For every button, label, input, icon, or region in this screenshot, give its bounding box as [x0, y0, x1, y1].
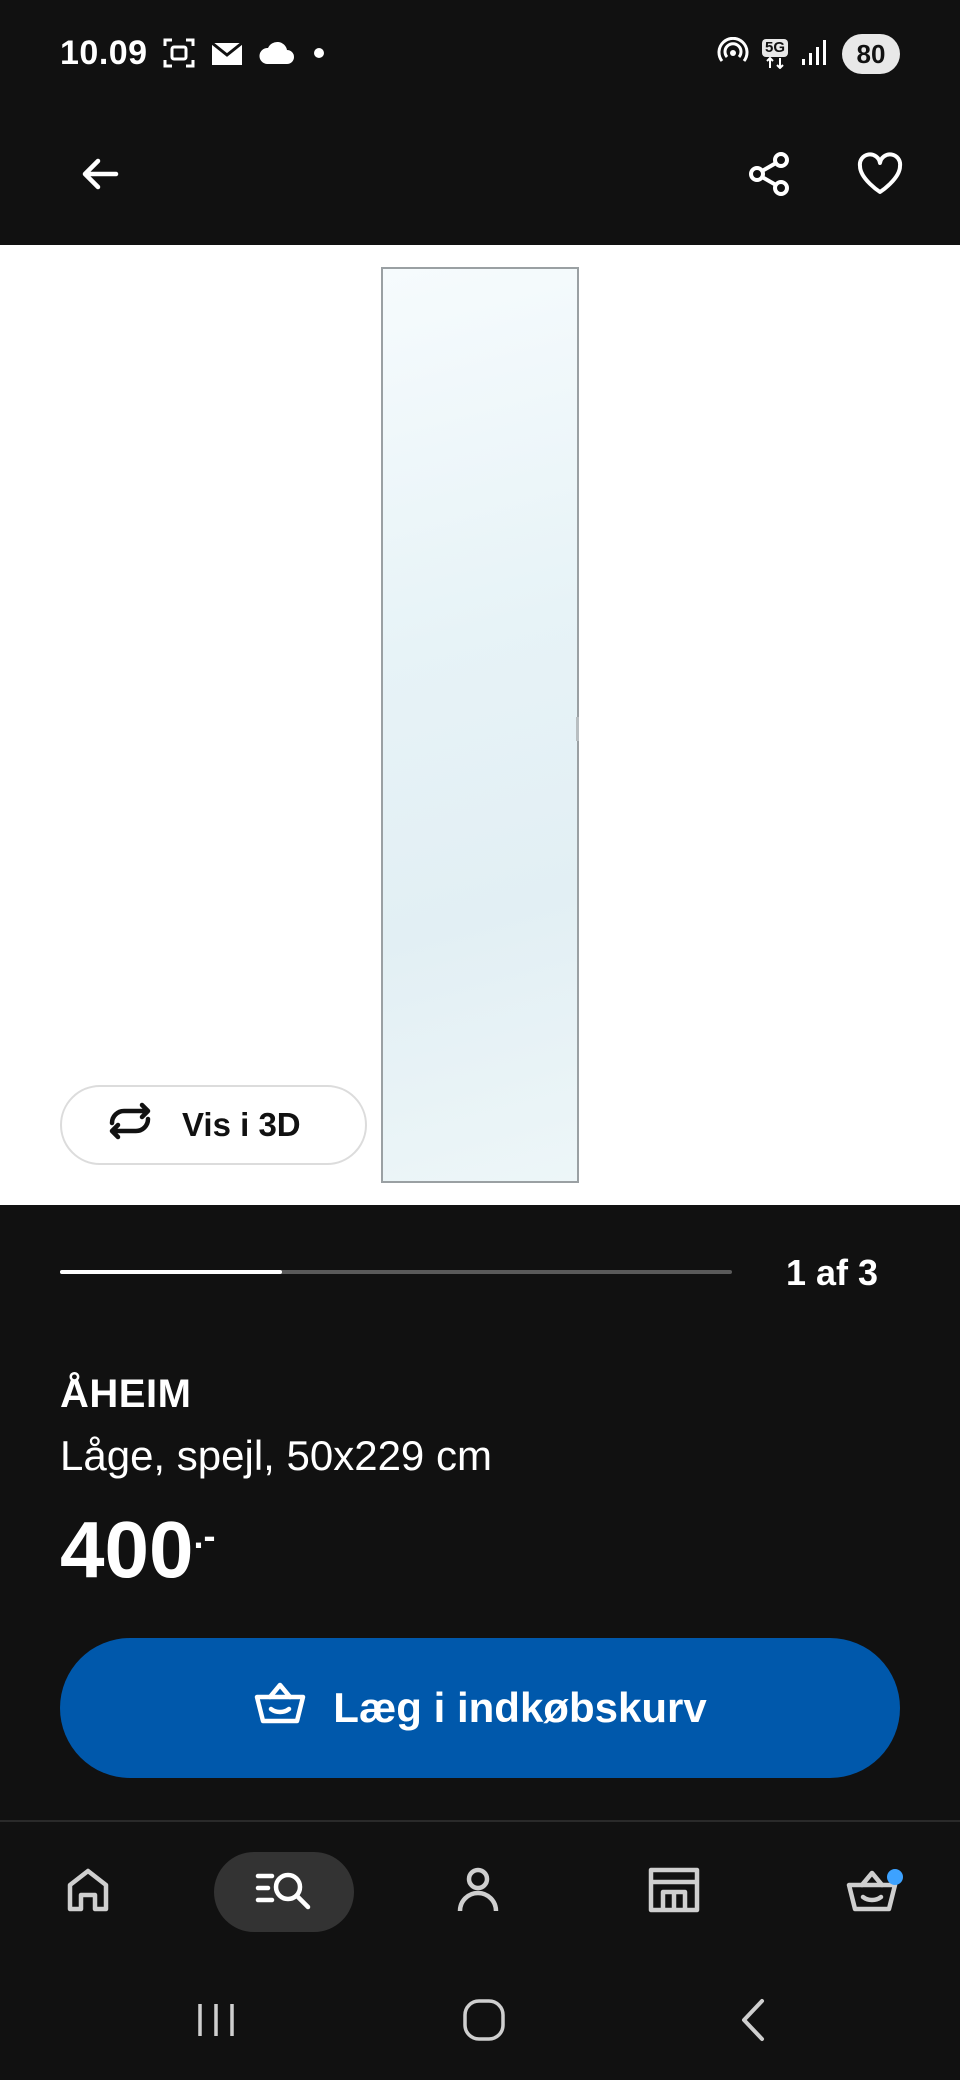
cloud-icon	[258, 40, 294, 71]
tab-cart[interactable]	[832, 1852, 912, 1932]
recents-icon	[194, 2000, 238, 2045]
system-navigation	[0, 1960, 960, 2080]
profile-icon	[454, 1865, 502, 1920]
search-icon	[255, 1868, 313, 1917]
dot-icon	[308, 42, 330, 69]
view-3d-label: Vis i 3D	[182, 1106, 301, 1143]
share-icon	[745, 149, 795, 204]
gallery-counter: 1 af 3	[785, 1252, 878, 1293]
tab-home[interactable]	[48, 1852, 128, 1932]
cart-badge	[887, 1868, 903, 1885]
tab-profile[interactable]	[438, 1852, 518, 1932]
tab-store[interactable]	[634, 1852, 714, 1932]
status-right: 5G 80	[716, 34, 900, 74]
price-amount: 400	[60, 1505, 194, 1594]
5g-icon: 5G	[761, 39, 788, 69]
home-circle-icon	[461, 1997, 507, 2048]
view-3d-button[interactable]: Vis i 3D	[60, 1085, 367, 1165]
share-button[interactable]	[734, 140, 806, 212]
tab-search[interactable]	[214, 1852, 354, 1932]
store-icon	[647, 1866, 701, 1919]
battery-icon: 80	[842, 34, 900, 74]
status-bar: 10.09 5G 80	[0, 0, 960, 110]
hotspot-icon	[716, 36, 750, 72]
mirror-edge	[576, 717, 579, 741]
home-icon	[63, 1865, 113, 1920]
product-image	[381, 267, 579, 1183]
product-price: 400 .-	[60, 1510, 215, 1590]
arrow-left-icon	[76, 150, 124, 203]
favorite-button[interactable]	[844, 140, 916, 212]
net-label: 5G	[761, 39, 788, 57]
product-image-gallery[interactable]: Vis i 3D	[0, 245, 960, 1205]
gallery-progress-fill	[60, 1270, 282, 1274]
heart-icon	[855, 150, 905, 203]
top-navigation	[0, 110, 960, 245]
gallery-progress	[60, 1270, 732, 1274]
basket-icon	[253, 1681, 307, 1735]
cart-icon	[845, 1867, 903, 1918]
screenshot-icon	[162, 36, 196, 75]
recents-button[interactable]	[176, 1982, 256, 2062]
price-suffix: .-	[193, 1515, 216, 1556]
notification-icons	[162, 36, 330, 75]
bottom-tab-bar	[0, 1820, 960, 1960]
back-chevron-icon	[734, 1997, 774, 2048]
gmail-icon	[210, 39, 244, 72]
system-home-button[interactable]	[444, 1982, 524, 2062]
signal-icon	[800, 37, 830, 72]
product-name: ÅHEIM	[60, 1372, 192, 1416]
add-to-cart-button[interactable]: Læg i indkøbskurv	[60, 1638, 900, 1778]
back-button[interactable]	[64, 140, 136, 212]
rotate-3d-icon	[104, 1101, 156, 1149]
product-page: 10.09 5G 80 Vis i 3D 1 af 3 ÅHEIM Låge, …	[0, 0, 960, 2080]
product-description: Låge, spejl, 50x229 cm	[60, 1432, 492, 1479]
add-to-cart-label: Læg i indkøbskurv	[333, 1684, 707, 1731]
status-time: 10.09	[60, 34, 148, 72]
system-back-button[interactable]	[714, 1982, 794, 2062]
